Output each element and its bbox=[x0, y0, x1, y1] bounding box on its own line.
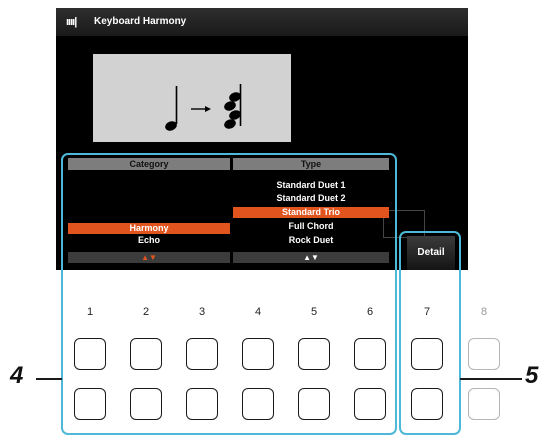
button-number-7: 7 bbox=[423, 306, 431, 318]
button-7-lower[interactable] bbox=[411, 388, 443, 420]
callout-number-5: 5 bbox=[525, 362, 539, 389]
button-number-6: 6 bbox=[366, 306, 374, 318]
button-8-upper[interactable] bbox=[468, 338, 500, 370]
button-number-2: 2 bbox=[142, 306, 150, 318]
button-number-1: 1 bbox=[86, 306, 94, 318]
button-number-4: 4 bbox=[254, 306, 262, 318]
button-number-3: 3 bbox=[198, 306, 206, 318]
keyboard-harmony-icon: ıııı| bbox=[66, 16, 77, 28]
button-5-lower[interactable] bbox=[298, 388, 330, 420]
harmony-illustration bbox=[93, 54, 291, 142]
arrow-right-icon bbox=[191, 106, 211, 112]
button-6-upper[interactable] bbox=[354, 338, 386, 370]
button-1-lower[interactable] bbox=[74, 388, 106, 420]
button-6-lower[interactable] bbox=[354, 388, 386, 420]
button-number-5: 5 bbox=[310, 306, 318, 318]
button-1-upper[interactable] bbox=[74, 338, 106, 370]
title-bar: ıııı| Keyboard Harmony bbox=[56, 8, 468, 36]
notation-svg bbox=[165, 84, 242, 131]
button-3-lower[interactable] bbox=[186, 388, 218, 420]
button-7-upper[interactable] bbox=[411, 338, 443, 370]
button-5-upper[interactable] bbox=[298, 338, 330, 370]
button-4-lower[interactable] bbox=[242, 388, 274, 420]
button-2-lower[interactable] bbox=[130, 388, 162, 420]
callout-line-5 bbox=[460, 378, 522, 380]
chord-notes-icon bbox=[224, 84, 242, 129]
buttons-1-6-highlight-frame bbox=[61, 153, 397, 435]
button-4-upper[interactable] bbox=[242, 338, 274, 370]
button-number-8: 8 bbox=[480, 306, 488, 318]
button-3-upper[interactable] bbox=[186, 338, 218, 370]
callout-number-4: 4 bbox=[10, 362, 24, 389]
button-8-lower[interactable] bbox=[468, 388, 500, 420]
button-2-upper[interactable] bbox=[130, 338, 162, 370]
callout-line-4 bbox=[36, 378, 62, 380]
quarter-note-icon bbox=[165, 86, 178, 131]
page-title: Keyboard Harmony bbox=[94, 16, 187, 27]
